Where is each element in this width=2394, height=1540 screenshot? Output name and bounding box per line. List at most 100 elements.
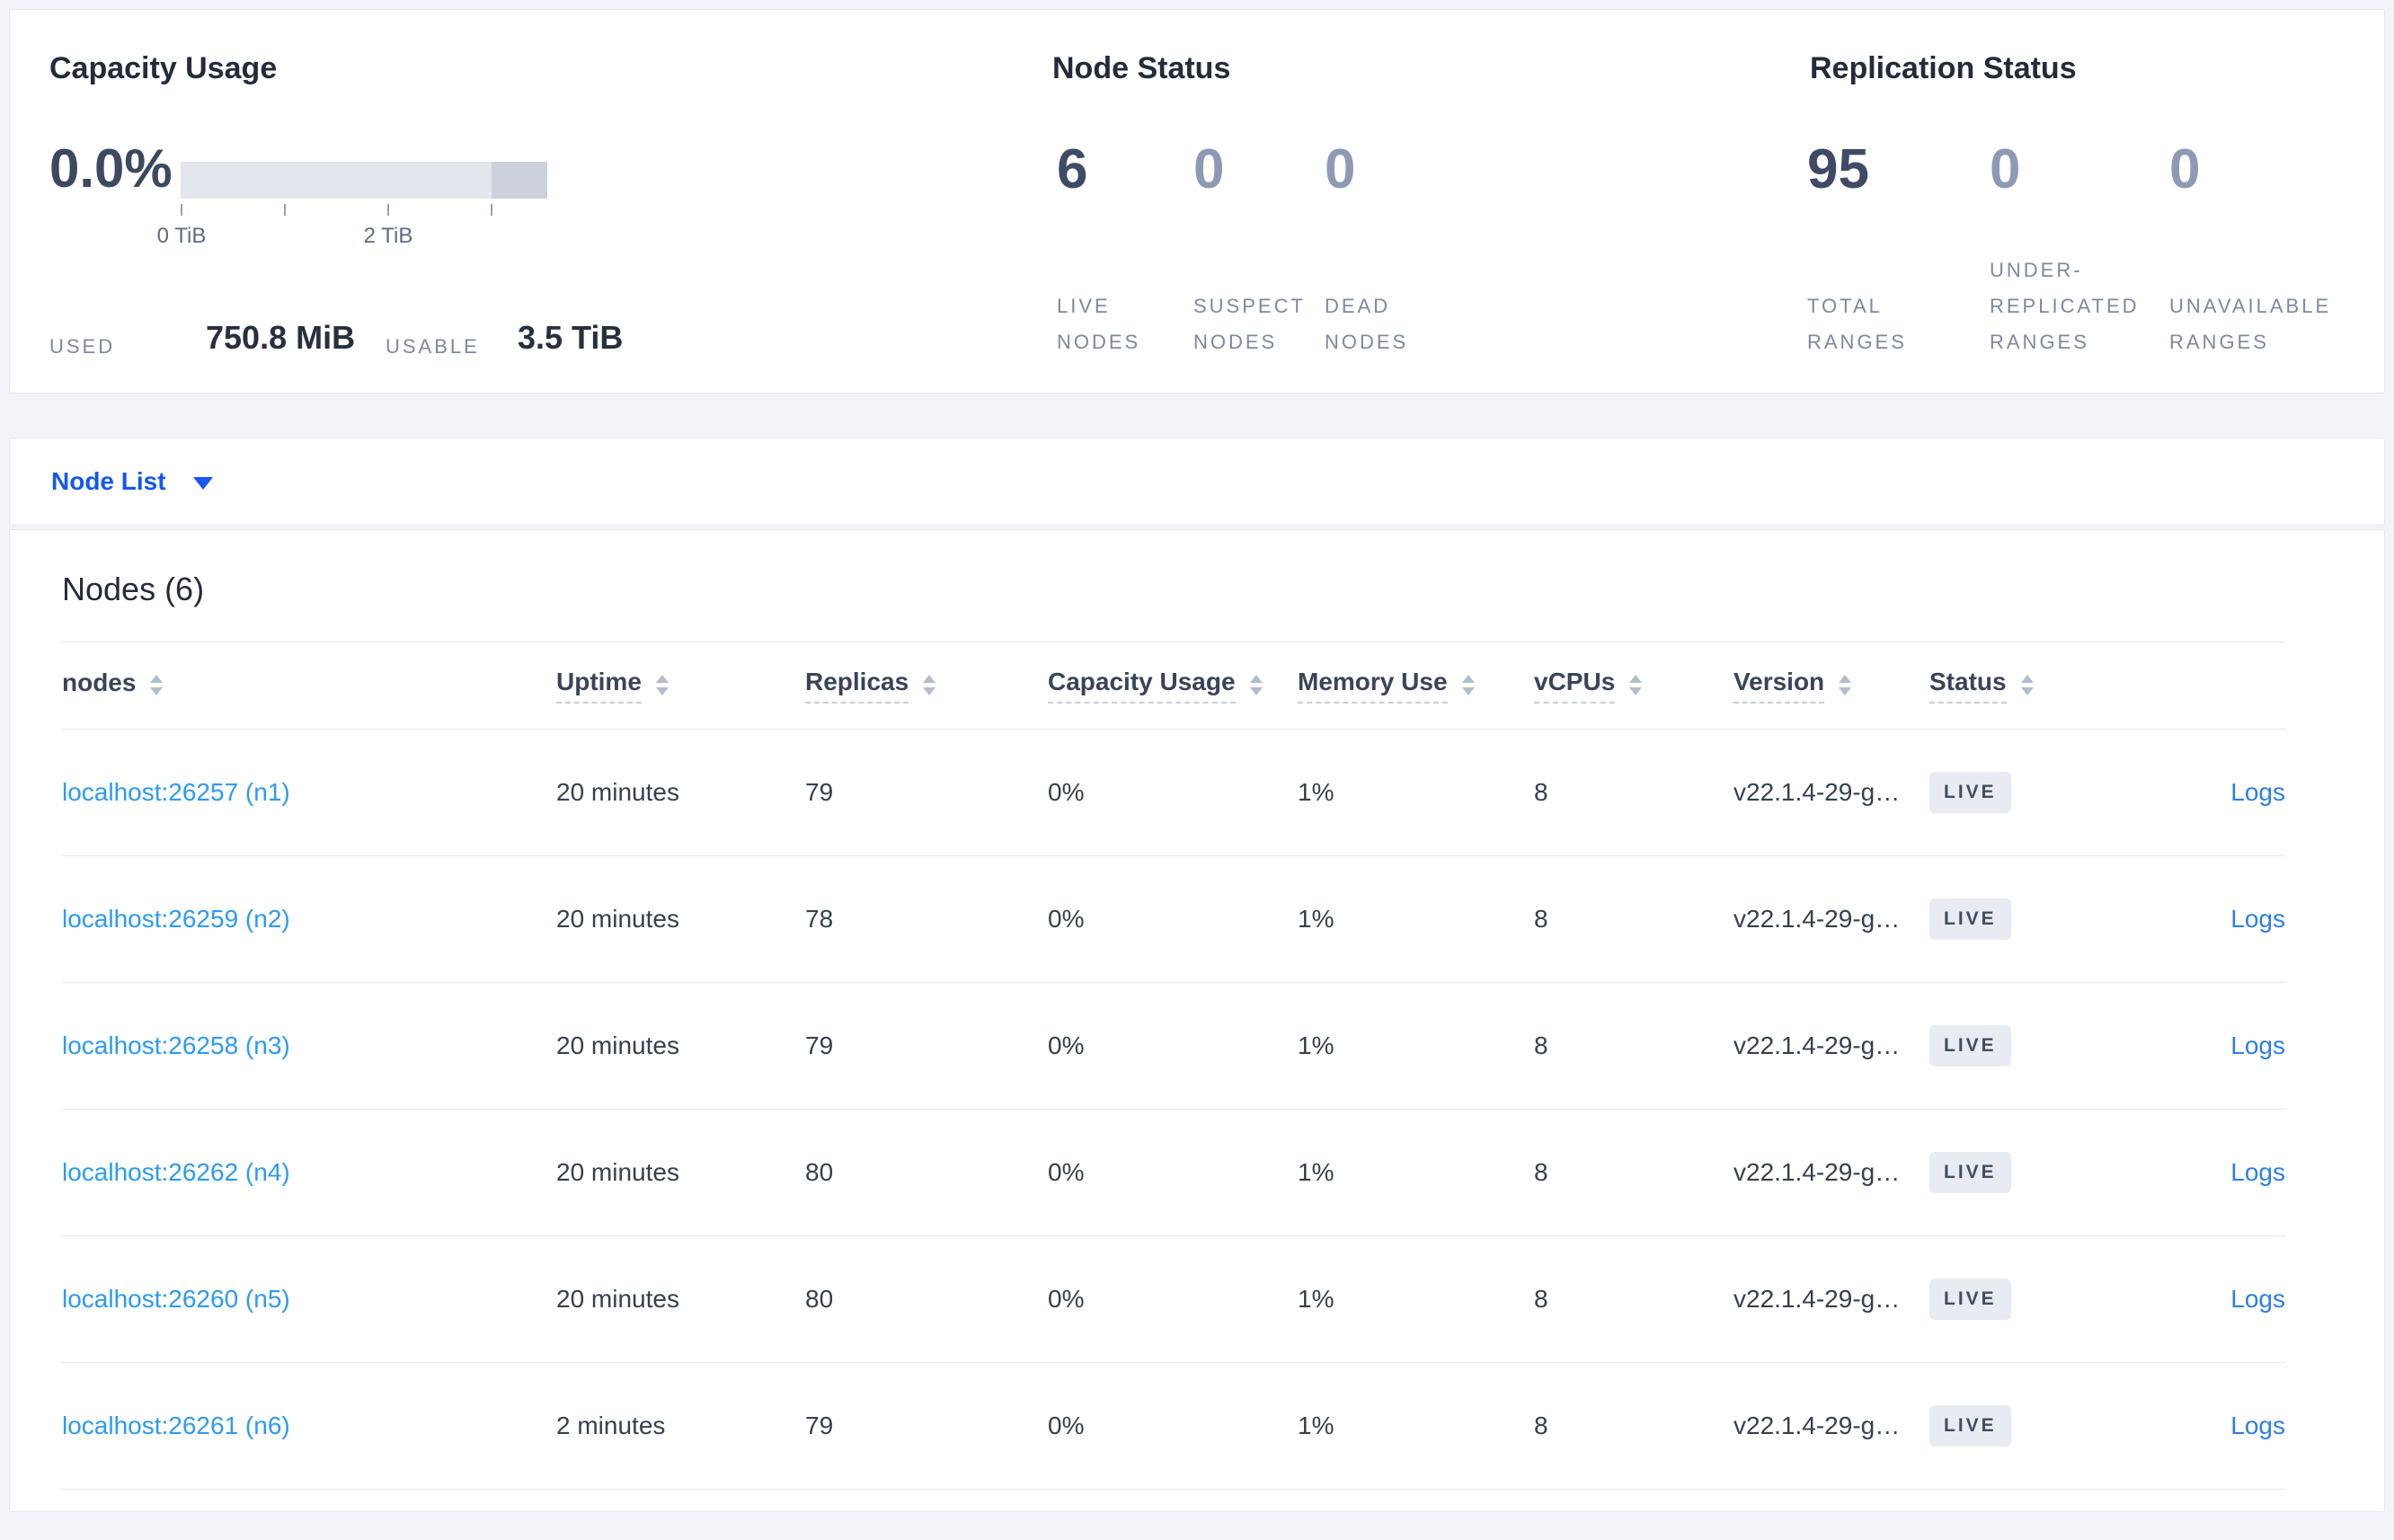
sort-icon [150, 674, 164, 695]
replicas-cell: 80 [805, 1285, 834, 1313]
status-badge: LIVE [1929, 1025, 2011, 1066]
logs-link[interactable]: Logs [2230, 1158, 2285, 1186]
capacity-cell: 0% [1048, 1158, 1085, 1186]
logs-link[interactable]: Logs [2230, 1031, 2285, 1059]
sort-icon [1249, 674, 1263, 695]
version-cell: v22.1.4-29-g… [1733, 778, 1901, 806]
status-badge: LIVE [1929, 1279, 2011, 1320]
replicas-cell: 78 [805, 905, 834, 933]
sort-icon [655, 674, 669, 695]
node-link[interactable]: localhost:26257 (n1) [62, 778, 290, 806]
status-badge: LIVE [1929, 898, 2011, 940]
replication-status-title: Replication Status [1810, 51, 2077, 85]
version-cell: v22.1.4-29-g… [1733, 1285, 1901, 1313]
logs-link[interactable]: Logs [2230, 1285, 2285, 1313]
capacity-bar-segment [492, 162, 547, 199]
axis-tick-label: 0 TiB [156, 224, 207, 248]
under-replicated-value: 0 [1990, 138, 2021, 200]
sort-icon [923, 674, 936, 695]
table-row: localhost:26259 (n2) 20 minutes 78 0% 1%… [62, 856, 2285, 983]
dead-nodes-label: DEAD NODES [1325, 295, 1409, 353]
table-row: localhost:26257 (n1) 20 minutes 79 0% 1%… [62, 730, 2285, 856]
vcpus-cell: 8 [1534, 1031, 1548, 1059]
status-badge: LIVE [1929, 1152, 2011, 1193]
column-header-capacity[interactable]: Capacity Usage [1048, 668, 1298, 704]
uptime-cell: 20 minutes [556, 905, 679, 933]
usable-value: 3.5 TiB [518, 319, 624, 356]
nodes-table-title: Nodes (6) [62, 571, 205, 607]
memory-cell: 1% [1298, 1158, 1334, 1186]
chevron-down-icon [192, 477, 213, 490]
replicas-cell: 80 [805, 1158, 834, 1186]
table-row: localhost:26260 (n5) 20 minutes 80 0% 1%… [62, 1236, 2285, 1363]
nodes-table-panel: Nodes (6) nodes Uptime Replicas Capacity… [9, 529, 2385, 1512]
column-header-vcpus[interactable]: vCPUs [1534, 668, 1733, 704]
vcpus-cell: 8 [1534, 905, 1548, 933]
table-row: localhost:26262 (n4) 20 minutes 80 0% 1%… [62, 1110, 2285, 1236]
total-ranges-value: 95 [1807, 138, 1869, 200]
column-header-version[interactable]: Version [1733, 668, 1929, 704]
axis-tick-label: 2 TiB [363, 224, 413, 248]
version-cell: v22.1.4-29-g… [1733, 1412, 1901, 1439]
replicas-cell: 79 [805, 1412, 834, 1439]
vcpus-cell: 8 [1534, 778, 1548, 806]
replicas-cell: 79 [805, 778, 834, 806]
axis-tick [387, 204, 389, 216]
used-value: 750.8 MiB [206, 319, 356, 356]
sort-icon [1461, 674, 1475, 695]
under-replicated-label: UNDER- REPLICATED RANGES [1990, 259, 2140, 353]
capacity-cell: 0% [1048, 1285, 1085, 1313]
replicas-cell: 79 [805, 1031, 834, 1059]
node-link[interactable]: localhost:26258 (n3) [62, 1031, 290, 1059]
column-header-uptime[interactable]: Uptime [556, 668, 805, 704]
uptime-cell: 2 minutes [556, 1412, 666, 1439]
logs-link[interactable]: Logs [2230, 1412, 2285, 1439]
capacity-cell: 0% [1048, 1412, 1085, 1439]
memory-cell: 1% [1298, 905, 1334, 933]
node-link[interactable]: localhost:26259 (n2) [62, 905, 290, 933]
version-cell: v22.1.4-29-g… [1733, 1158, 1901, 1186]
used-label: USED [49, 335, 116, 358]
column-header-status[interactable]: Status [1929, 668, 2163, 704]
memory-cell: 1% [1298, 1031, 1334, 1059]
capacity-cell: 0% [1048, 1031, 1085, 1059]
unavailable-ranges-label: UNAVAILABLE RANGES [2169, 295, 2332, 353]
node-list-dropdown-label: Node List [51, 467, 166, 495]
vcpus-cell: 8 [1534, 1158, 1548, 1186]
nodes-table: nodes Uptime Replicas Capacity Usage Mem… [62, 642, 2285, 1490]
node-link[interactable]: localhost:26262 (n4) [62, 1158, 290, 1186]
capacity-bar-chart [181, 162, 547, 199]
version-cell: v22.1.4-29-g… [1733, 905, 1901, 933]
sort-icon [2020, 674, 2034, 695]
status-badge: LIVE [1929, 1405, 2011, 1447]
capacity-cell: 0% [1048, 778, 1085, 806]
dead-nodes-stat: 0 DEAD NODES [1325, 137, 1495, 353]
logs-link[interactable]: Logs [2230, 778, 2285, 806]
view-selector-bar: Node List [9, 438, 2385, 526]
vcpus-cell: 8 [1534, 1285, 1548, 1313]
column-header-memory[interactable]: Memory Use [1298, 668, 1534, 704]
unavailable-ranges-value: 0 [2169, 138, 2201, 200]
status-badge: LIVE [1929, 772, 2011, 813]
column-header-nodes[interactable]: nodes [62, 668, 556, 703]
table-header-row: nodes Uptime Replicas Capacity Usage Mem… [62, 642, 2285, 730]
usable-label: USABLE [386, 335, 480, 358]
memory-cell: 1% [1298, 1412, 1334, 1439]
memory-cell: 1% [1298, 1285, 1334, 1313]
total-ranges-label: TOTAL RANGES [1807, 295, 1907, 353]
uptime-cell: 20 minutes [556, 1285, 679, 1313]
capacity-cell: 0% [1048, 905, 1085, 933]
node-link[interactable]: localhost:26261 (n6) [62, 1412, 290, 1439]
node-link[interactable]: localhost:26260 (n5) [62, 1285, 290, 1313]
axis-tick [181, 204, 182, 216]
column-header-replicas[interactable]: Replicas [805, 668, 1048, 704]
memory-cell: 1% [1298, 778, 1334, 806]
uptime-cell: 20 minutes [556, 1031, 679, 1059]
node-list-dropdown[interactable]: Node List [51, 467, 213, 496]
unavailable-ranges-stat: 0 UNAVAILABLE RANGES [2169, 137, 2340, 353]
dead-nodes-value: 0 [1325, 138, 1356, 200]
table-row: localhost:26258 (n3) 20 minutes 79 0% 1%… [62, 983, 2285, 1110]
table-row: localhost:26261 (n6) 2 minutes 79 0% 1% … [62, 1363, 2285, 1490]
node-status-title: Node Status [1052, 51, 1231, 85]
logs-link[interactable]: Logs [2230, 905, 2285, 933]
